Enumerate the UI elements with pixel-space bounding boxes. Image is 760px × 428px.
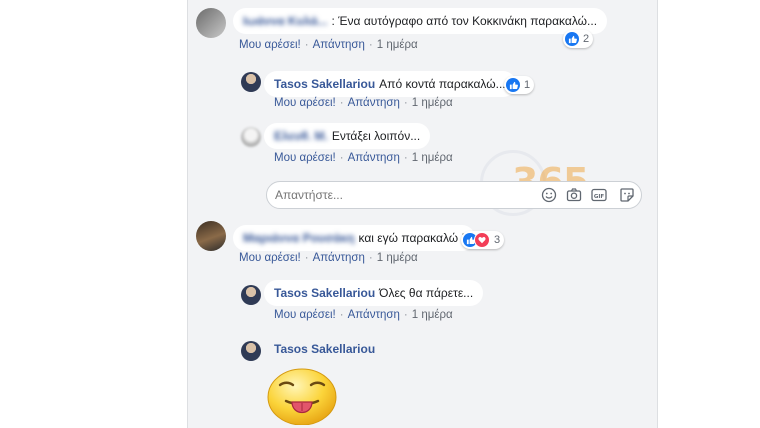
comment-bubble: Ελευθ. Μ. Εντάξει λοιπόν... xyxy=(264,123,431,149)
tongue-emoji-sticker xyxy=(266,365,338,426)
comment-author[interactable]: Tasos Sakellariou xyxy=(274,77,375,91)
comment-author-line: Tasos Sakellariou xyxy=(274,342,379,356)
comment-actions: Μου αρέσει! · Απάντηση · 1 ημέρα xyxy=(274,97,453,109)
reaction-badge[interactable]: 2 xyxy=(563,30,594,48)
like-link[interactable]: Μου αρέσει! xyxy=(274,309,336,321)
comment-author[interactable]: Tasos Sakellariou xyxy=(274,342,375,356)
reply-link[interactable]: Απάντηση xyxy=(348,152,400,164)
comment-author[interactable]: Tasos Sakellariou xyxy=(274,286,375,300)
reaction-count: 2 xyxy=(583,33,590,45)
comment-author[interactable]: Ελευθ. Μ. xyxy=(274,129,328,143)
like-icon xyxy=(565,32,579,46)
like-link[interactable]: Μου αρέσει! xyxy=(239,252,301,264)
emoji-icon[interactable] xyxy=(541,187,557,203)
comment-bubble: Tasos Sakellariou Από κοντά παρακαλώ... xyxy=(264,71,516,97)
timestamp[interactable]: 1 ημέρα xyxy=(412,152,453,164)
reply-box: GIF xyxy=(266,181,642,209)
reply-link[interactable]: Απάντηση xyxy=(348,309,400,321)
comment-bubble: Ιωάννα Κυλά... : Ένα αυτόγραφο από τον Κο… xyxy=(233,8,608,34)
avatar[interactable] xyxy=(241,341,261,361)
comment-text: και εγώ παρακαλώ ! xyxy=(358,231,465,245)
reaction-badge[interactable]: 1 xyxy=(504,76,535,94)
avatar[interactable] xyxy=(196,8,226,38)
like-link[interactable]: Μου αρέσει! xyxy=(274,97,336,109)
comment-actions: Μου αρέσει! · Απάντηση · 1 ημέρα xyxy=(239,39,418,51)
comment-author[interactable]: Ιωάννα Κυλά... xyxy=(243,14,327,28)
reply-input[interactable] xyxy=(275,182,515,208)
timestamp[interactable]: 1 ημέρα xyxy=(377,39,418,51)
reply-link[interactable]: Απάντηση xyxy=(313,39,365,51)
like-link[interactable]: Μου αρέσει! xyxy=(274,152,336,164)
camera-icon[interactable] xyxy=(566,187,582,203)
reply-link[interactable]: Απάντηση xyxy=(348,97,400,109)
avatar[interactable] xyxy=(241,127,261,147)
reply-link[interactable]: Απάντηση xyxy=(313,252,365,264)
avatar[interactable] xyxy=(196,221,226,251)
comment-bubble: Tasos Sakellariou Όλες θα πάρετε... xyxy=(264,280,484,306)
timestamp[interactable]: 1 ημέρα xyxy=(412,97,453,109)
timestamp[interactable]: 1 ημέρα xyxy=(377,252,418,264)
reaction-count: 1 xyxy=(524,79,531,91)
comment-actions: Μου αρέσει! · Απάντηση · 1 ημέρα xyxy=(274,152,453,164)
comment-actions: Μου αρέσει! · Απάντηση · 1 ημέρα xyxy=(274,309,453,321)
like-link[interactable]: Μου αρέσει! xyxy=(239,39,301,51)
comment-text: Όλες θα πάρετε... xyxy=(379,286,474,300)
gif-icon[interactable]: GIF xyxy=(591,187,607,203)
love-icon xyxy=(474,232,490,248)
comment-author[interactable]: Μαριάννα Ρουσάκη xyxy=(243,231,355,245)
comment-text: Εντάξει λοιπόν... xyxy=(331,129,421,143)
avatar[interactable] xyxy=(241,72,261,92)
timestamp[interactable]: 1 ημέρα xyxy=(412,309,453,321)
avatar[interactable] xyxy=(241,285,261,305)
sticker-icon[interactable] xyxy=(619,187,635,203)
comment-actions: Μου αρέσει! · Απάντηση · 1 ημέρα xyxy=(239,252,418,264)
reaction-badge[interactable]: 3 xyxy=(461,231,505,249)
reaction-count: 3 xyxy=(494,234,501,246)
comment-bubble: Μαριάννα Ρουσάκη και εγώ παρακαλώ ! xyxy=(233,225,475,251)
comment-text: Από κοντά παρακαλώ... xyxy=(379,77,506,91)
comments-panel xyxy=(187,0,658,428)
svg-text:GIF: GIF xyxy=(594,194,605,200)
like-icon xyxy=(506,78,520,92)
comment-text: : Ένα αυτόγραφο από τον Κοκκινάκη παρακα… xyxy=(331,14,598,28)
